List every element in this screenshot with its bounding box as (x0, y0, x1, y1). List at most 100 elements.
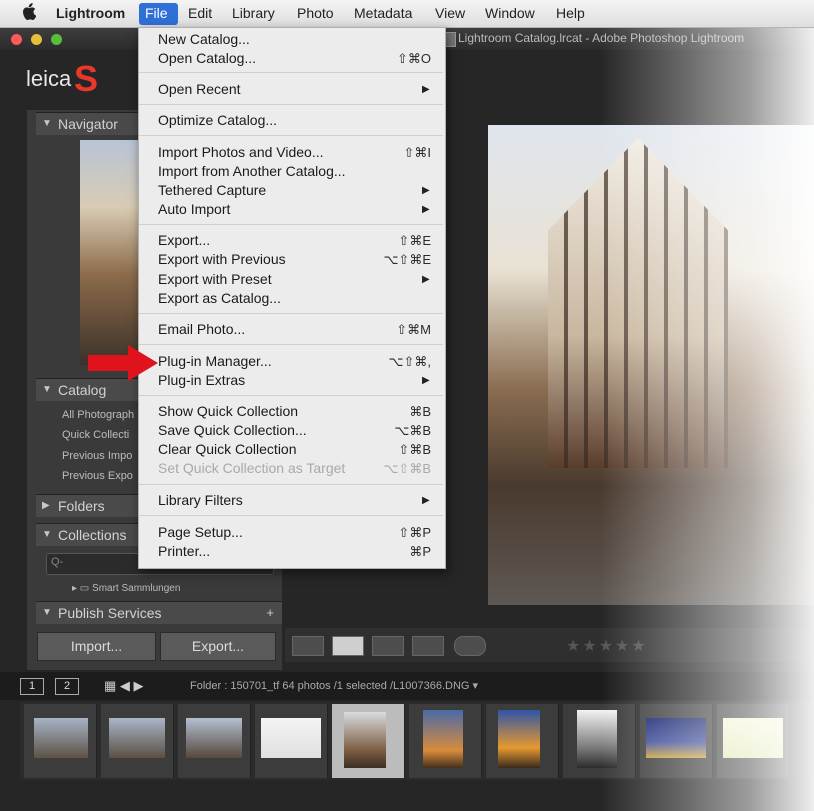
import-button[interactable]: Import... (37, 632, 156, 661)
people-view-icon[interactable] (454, 636, 486, 656)
menu-edit[interactable]: Edit (188, 5, 212, 21)
menu-item-open-catalog[interactable]: Open Catalog... (158, 50, 256, 66)
menu-item-page-setup[interactable]: Page Setup... (158, 524, 243, 540)
menu-item-export-with-previous[interactable]: Export with Previous (158, 251, 286, 267)
filmstrip-cell[interactable] (717, 704, 790, 778)
menu-item-printer[interactable]: Printer... (158, 543, 210, 559)
submenu-arrow-icon: ▶ (422, 204, 430, 215)
menu-item-tethered-capture[interactable]: Tethered Capture (158, 182, 266, 198)
menu-view[interactable]: View (435, 5, 465, 21)
shortcut-clear-quick-collection: ⇧⌘B (398, 442, 431, 457)
navigator-preview[interactable] (80, 140, 142, 365)
filmstrip-thumbnail (723, 718, 783, 758)
filmstrip-cell[interactable] (24, 704, 97, 778)
mac-menubar: Lightroom File Edit Library Photo Metada… (0, 0, 814, 28)
zoom-window-button[interactable] (51, 34, 62, 45)
shortcut-import-photos: ⇧⌘I (403, 145, 431, 160)
menu-item-email-photo[interactable]: Email Photo... (158, 321, 245, 337)
loupe-view-icon[interactable] (332, 636, 364, 656)
catalog-item[interactable]: Quick Collecti (62, 429, 129, 441)
shortcut-email-photo: ⇧⌘M (396, 322, 431, 337)
shortcut-export-with-previous: ⌥⇧⌘E (383, 252, 431, 267)
collapse-triangle-icon: ▼ (42, 529, 52, 540)
filmstrip-cell[interactable] (409, 704, 482, 778)
minimize-window-button[interactable] (31, 34, 42, 45)
menu-item-open-recent[interactable]: Open Recent (158, 81, 241, 97)
menu-file[interactable]: File (145, 5, 168, 21)
grid-view-icon[interactable] (292, 636, 324, 656)
menu-item-plugin-manager[interactable]: Plug-in Manager... (158, 353, 272, 369)
menu-lightroom[interactable]: Lightroom (56, 5, 125, 21)
shortcut-page-setup: ⇧⌘P (398, 525, 431, 540)
menu-item-export-as-catalog[interactable]: Export as Catalog... (158, 290, 281, 306)
filmstrip-thumbnail (577, 710, 617, 768)
submenu-arrow-icon: ▶ (422, 274, 430, 285)
filmstrip-cell-selected[interactable] (332, 704, 405, 778)
filmstrip-thumbnail (261, 718, 321, 758)
primary-window-button[interactable]: 1 (20, 678, 44, 695)
library-toolbar (285, 628, 814, 662)
menu-item-export[interactable]: Export... (158, 232, 210, 248)
add-publish-service-button[interactable]: + (266, 605, 274, 620)
filmstrip-cell[interactable] (178, 704, 251, 778)
menu-item-optimize-catalog[interactable]: Optimize Catalog... (158, 112, 277, 128)
export-button[interactable]: Export... (160, 632, 276, 661)
filmstrip-source-info[interactable]: Folder : 150701_tf 64 photos /1 selected… (190, 679, 478, 692)
apple-icon[interactable] (22, 3, 36, 20)
publish-services-header[interactable]: ▼ Publish Services + (36, 601, 282, 624)
filmstrip-cell[interactable] (255, 704, 328, 778)
filmstrip-cell[interactable] (563, 704, 636, 778)
folders-label: Folders (58, 498, 105, 514)
compare-view-icon[interactable] (372, 636, 404, 656)
menu-window[interactable]: Window (485, 5, 535, 21)
menu-help[interactable]: Help (556, 5, 585, 21)
filmstrip-cell[interactable] (101, 704, 174, 778)
menu-item-library-filters[interactable]: Library Filters (158, 492, 243, 508)
filmstrip-cell[interactable] (640, 704, 713, 778)
grid-and-nav-arrows-icon[interactable]: ▦ ◀ ▶ (104, 678, 144, 694)
survey-view-icon[interactable] (412, 636, 444, 656)
catalog-item[interactable]: All Photograph (62, 409, 134, 421)
navigator-label: Navigator (58, 116, 118, 132)
submenu-arrow-icon: ▶ (422, 375, 430, 386)
menu-item-import-photos[interactable]: Import Photos and Video... (158, 144, 324, 160)
shortcut-set-quick-collection-target: ⌥⇧⌘B (383, 461, 431, 476)
submenu-arrow-icon: ▶ (422, 185, 430, 196)
menu-metadata[interactable]: Metadata (354, 5, 412, 21)
filmstrip-thumbnail (344, 712, 386, 768)
filmstrip-thumbnail (186, 718, 242, 758)
close-window-button[interactable] (11, 34, 22, 45)
secondary-window-button[interactable]: 2 (55, 678, 79, 695)
menu-item-set-quick-collection-target: Set Quick Collection as Target (158, 460, 346, 476)
menu-item-save-quick-collection[interactable]: Save Quick Collection... (158, 422, 307, 438)
collapse-triangle-icon: ▼ (42, 118, 52, 129)
identity-plate-text: leica (26, 66, 72, 91)
rating-stars[interactable]: ★★★★★ (566, 636, 648, 656)
shortcut-plugin-manager: ⌥⇧⌘, (388, 354, 432, 369)
submenu-arrow-icon: ▶ (422, 84, 430, 95)
menu-photo[interactable]: Photo (297, 5, 334, 21)
smart-collection-set[interactable]: ▸ ▭ Smart Sammlungen (72, 583, 180, 594)
shortcut-export: ⇧⌘E (398, 233, 431, 248)
menu-separator (139, 313, 443, 314)
menu-item-auto-import[interactable]: Auto Import (158, 201, 230, 217)
catalog-item[interactable]: Previous Impo (62, 450, 132, 462)
identity-plate-accent: S (74, 58, 99, 99)
menu-item-show-quick-collection[interactable]: Show Quick Collection (158, 403, 298, 419)
menu-item-plugin-extras[interactable]: Plug-in Extras (158, 372, 245, 388)
menu-library[interactable]: Library (232, 5, 275, 21)
catalog-item[interactable]: Previous Expo (62, 470, 133, 482)
shortcut-open-catalog: ⇧⌘O (396, 51, 431, 66)
menu-separator (139, 395, 443, 396)
filmstrip-cell[interactable] (486, 704, 559, 778)
menu-item-export-with-preset[interactable]: Export with Preset (158, 271, 272, 287)
menu-separator (139, 224, 443, 225)
menu-item-import-from-catalog[interactable]: Import from Another Catalog... (158, 163, 346, 179)
menu-item-new-catalog[interactable]: New Catalog... (158, 31, 250, 47)
menu-separator (139, 484, 443, 485)
shortcut-show-quick-collection: ⌘B (409, 404, 431, 419)
menu-item-clear-quick-collection[interactable]: Clear Quick Collection (158, 441, 297, 457)
menu-separator (139, 515, 443, 516)
filmstrip-thumbnail (423, 710, 463, 768)
publish-services-label: Publish Services (58, 605, 162, 621)
